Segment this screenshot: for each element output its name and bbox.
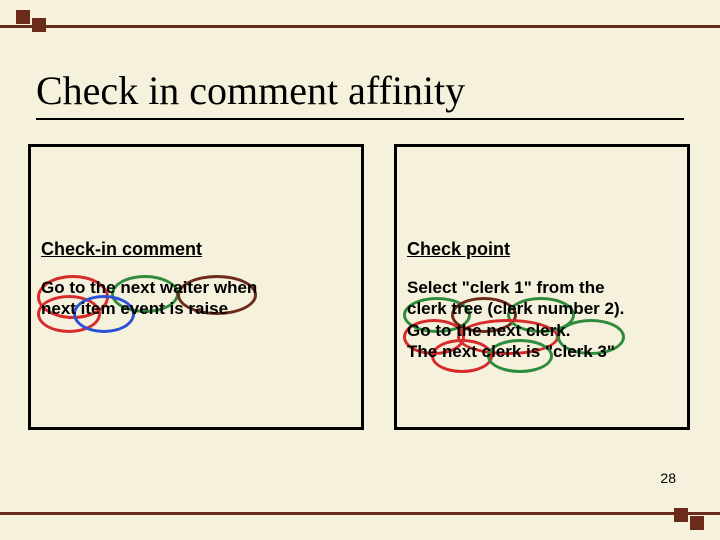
panel-body: Go to the next waiter when next item eve… xyxy=(41,277,351,320)
deco-square xyxy=(16,10,30,24)
deco-line xyxy=(0,512,720,515)
page-number: 28 xyxy=(660,470,676,486)
deco-square xyxy=(674,508,688,522)
title-underline xyxy=(36,118,684,120)
panel-heading: Check-in comment xyxy=(41,239,202,260)
deco-line xyxy=(0,25,720,28)
panel-checkin-comment: Check-in comment Go to the next waiter w… xyxy=(28,144,364,430)
panel-body: Select "clerk 1" from the clerk tree (cl… xyxy=(407,277,677,362)
panel-check-point: Check point Select "clerk 1" from the cl… xyxy=(394,144,690,430)
slide-title: Check in comment affinity xyxy=(36,70,465,112)
deco-square xyxy=(690,516,704,530)
panel-heading: Check point xyxy=(407,239,510,260)
